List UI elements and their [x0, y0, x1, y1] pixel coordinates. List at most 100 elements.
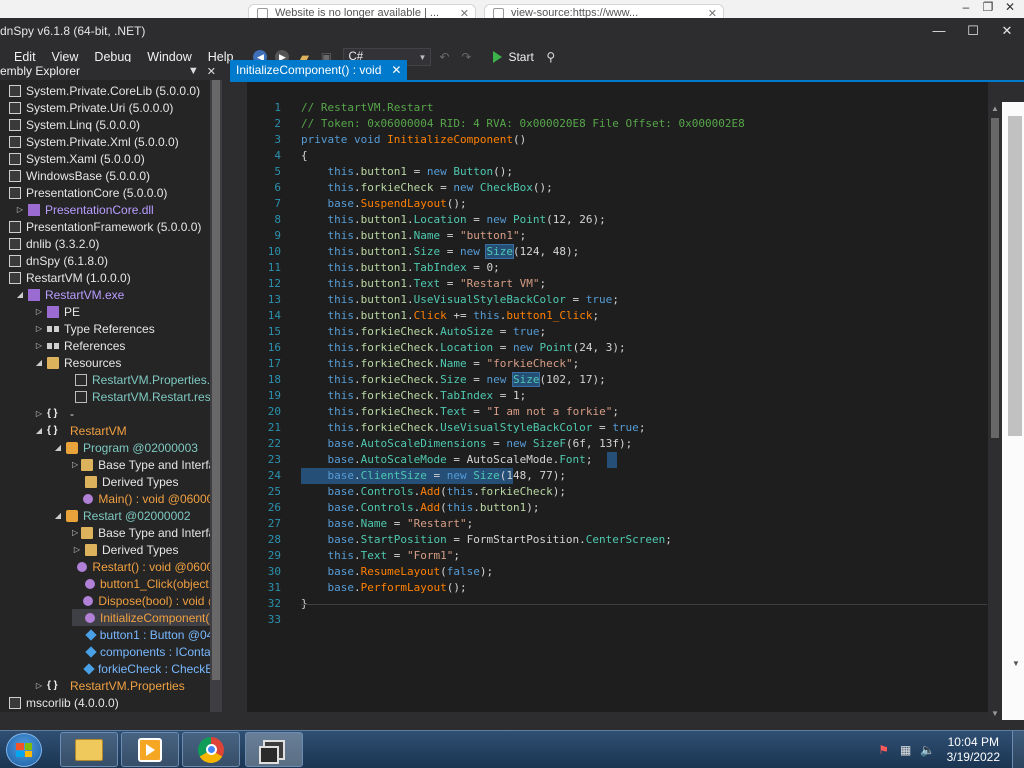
scrollbar-thumb[interactable]	[212, 80, 220, 680]
expand-icon[interactable]: ▷	[15, 205, 25, 214]
expand-icon[interactable]: ▷	[34, 409, 44, 418]
tree-item[interactable]: ▷ References	[34, 337, 210, 354]
expand-icon[interactable]: ▷	[34, 681, 44, 690]
tree-item[interactable]: Derived Types	[72, 473, 210, 490]
tree-item[interactable]: ▷ Base Type and Interfac	[72, 524, 210, 541]
title-bar[interactable]: dnSpy v6.1.8 (64-bit, .NET) — ☐ ✕	[0, 18, 1024, 44]
tree-item[interactable]: button1 : Button @040	[72, 626, 210, 643]
search-button[interactable]: ⚲	[542, 48, 560, 66]
code-line[interactable]: this.Text = "Form1";	[301, 548, 460, 564]
expand-icon[interactable]: ▷	[72, 460, 78, 469]
tree-item[interactable]: dnSpy (6.1.8.0)	[0, 252, 210, 269]
code-line[interactable]: this.button1.TabIndex = 0;	[301, 260, 500, 276]
code-line[interactable]: base.AutoScaleMode = AutoScaleMode.Font;	[301, 452, 593, 468]
tree-item[interactable]: ◢ RestartVM.exe	[15, 286, 210, 303]
scrollbar-thumb[interactable]	[991, 118, 999, 438]
collapse-icon[interactable]: ◢	[15, 290, 25, 299]
tree-item[interactable]: RestartVM.Restart.resource	[72, 388, 210, 405]
minimize-button[interactable]: —	[922, 18, 956, 44]
expand-icon[interactable]: ▷	[34, 307, 44, 316]
tree-item[interactable]: mscorlib (4.0.0.0)	[0, 694, 210, 711]
tree-item[interactable]: System.Linq (5.0.0.0)	[0, 116, 210, 133]
windows-start-button[interactable]	[6, 733, 42, 767]
code-line[interactable]: base.AutoScaleDimensions = new SizeF(6f,…	[301, 436, 633, 452]
show-desktop-button[interactable]	[1012, 731, 1024, 768]
tree-item[interactable]: ▷ Type References	[34, 320, 210, 337]
tree-item[interactable]: RestartVM.Properties.Resou	[72, 371, 210, 388]
taskbar-explorer[interactable]	[60, 732, 118, 767]
tree-item[interactable]: Restart() : void @06000	[72, 558, 210, 575]
tree-item[interactable]: ▷ Derived Types	[72, 541, 210, 558]
restore-icon[interactable]: ❐	[978, 0, 998, 18]
tree-item[interactable]: forkieCheck : CheckBo	[72, 660, 210, 677]
tree-item[interactable]: ▷{ } RestartVM.Properties	[34, 677, 210, 694]
tree-item[interactable]: ◢ Restart @02000002	[53, 507, 210, 524]
tree-item[interactable]: components : IContai	[72, 643, 210, 660]
clock[interactable]: 10:04 PM 3/19/2022	[947, 735, 1000, 765]
code-line[interactable]: base.PerformLayout();	[301, 580, 467, 596]
tree-item[interactable]: PresentationCore (5.0.0.0)	[0, 184, 210, 201]
tree-item[interactable]: ▷ PE	[34, 303, 210, 320]
tree-item[interactable]: ◢{ } RestartVM	[34, 422, 210, 439]
tree-item[interactable]: dnlib (3.3.2.0)	[0, 235, 210, 252]
tree-item[interactable]: RestartVM (1.0.0.0)	[0, 269, 210, 286]
taskbar-dnspy[interactable]	[245, 732, 303, 767]
tree-item[interactable]: Dispose(bool) : void @	[72, 592, 210, 609]
code-line[interactable]: this.button1.Name = "button1";	[301, 228, 527, 244]
code-line[interactable]: this.forkieCheck.Location = new Point(24…	[301, 340, 626, 356]
tree-item[interactable]: ◢ Program @02000003	[53, 439, 210, 456]
code-line[interactable]: base.Controls.Add(this.forkieCheck);	[301, 484, 566, 500]
tree-item[interactable]: button1_Click(object,	[72, 575, 210, 592]
scroll-down-icon[interactable]: ▼	[991, 709, 999, 718]
code-line[interactable]: // RestartVM.Restart	[301, 100, 433, 116]
network-icon[interactable]: ▦	[898, 742, 914, 758]
editor-scrollbar[interactable]: ▲ ▼	[988, 102, 1002, 720]
code-line[interactable]: base.StartPosition = FormStartPosition.C…	[301, 532, 672, 548]
tree-item[interactable]: ◢ Resources	[34, 354, 210, 371]
code-line[interactable]: this.forkieCheck.AutoSize = true;	[301, 324, 547, 340]
code-line[interactable]: base.Name = "Restart";	[301, 516, 474, 532]
code-line[interactable]: this.button1.Text = "Restart VM";	[301, 276, 547, 292]
tree-item[interactable]: ▷ PresentationCore.dll	[15, 201, 210, 218]
tree-scrollbar[interactable]	[210, 80, 222, 712]
taskbar-media-player[interactable]	[121, 732, 179, 767]
code-line[interactable]: base.Controls.Add(this.button1);	[301, 500, 540, 516]
code-line[interactable]: base.ClientSize = new Size(148, 77);	[301, 468, 566, 484]
action-center-icon[interactable]: ⚑	[876, 742, 892, 758]
code-line[interactable]: base.SuspendLayout();	[301, 196, 467, 212]
collapse-icon[interactable]: ◢	[34, 358, 44, 367]
code-line[interactable]: this.forkieCheck.Size = new Size(102, 17…	[301, 372, 606, 388]
tree-item[interactable]: WindowsBase (5.0.0.0)	[0, 167, 210, 184]
close-icon[interactable]: ✕	[207, 65, 216, 78]
collapse-icon[interactable]: ◢	[34, 426, 44, 435]
expand-icon[interactable]: ▷	[72, 528, 78, 537]
close-icon[interactable]: ✕	[391, 63, 401, 77]
tree-item[interactable]: System.Xaml (5.0.0.0)	[0, 150, 210, 167]
tree-item[interactable]: ▷{ } -	[34, 405, 210, 422]
tree-item[interactable]: PresentationFramework (5.0.0.0)	[0, 218, 210, 235]
tree-item[interactable]: InitializeComponent()	[72, 609, 210, 626]
redo-button[interactable]: ↷	[457, 48, 475, 66]
expand-icon[interactable]: ▷	[34, 341, 44, 350]
code-line[interactable]: // Token: 0x06000004 RID: 4 RVA: 0x00002…	[301, 116, 745, 132]
collapse-icon[interactable]: ◢	[53, 443, 63, 452]
tree-item[interactable]: System.Private.Uri (5.0.0.0)	[0, 99, 210, 116]
code-editor[interactable]: 1 2 3 4 5 6 7 8 9 10 11 12 13 14 15 16 17 18 19 20 21 22 23 24 2…	[247, 82, 988, 712]
code-line[interactable]: this.forkieCheck.Name = "forkieCheck";	[301, 356, 580, 372]
code-line[interactable]: this.button1.Location = new Point(12, 26…	[301, 212, 606, 228]
tree-item[interactable]: System.Private.Xml (5.0.0.0)	[0, 133, 210, 150]
minimize-icon[interactable]: –	[956, 0, 976, 18]
scroll-up-icon[interactable]: ▲	[991, 104, 999, 113]
code-content[interactable]: // RestartVM.Restart// Token: 0x06000004…	[301, 82, 987, 712]
code-line[interactable]: this.forkieCheck.UseVisualStyleBackColor…	[301, 420, 646, 436]
code-line[interactable]: this.forkieCheck.Text = "I am not a fork…	[301, 404, 619, 420]
expand-icon[interactable]: ▷	[72, 545, 82, 554]
code-line[interactable]: this.forkieCheck.TabIndex = 1;	[301, 388, 527, 404]
tab-initialize-component[interactable]: InitializeComponent() : void ✕	[230, 60, 408, 80]
code-line[interactable]: {	[301, 148, 308, 164]
expand-icon[interactable]: ▷	[34, 324, 44, 333]
tree-item[interactable]: System.Private.CoreLib (5.0.0.0)	[0, 82, 210, 99]
maximize-button[interactable]: ☐	[956, 18, 990, 44]
start-debug-button[interactable]: Start	[489, 50, 537, 64]
volume-icon[interactable]: 🔈	[920, 742, 936, 758]
